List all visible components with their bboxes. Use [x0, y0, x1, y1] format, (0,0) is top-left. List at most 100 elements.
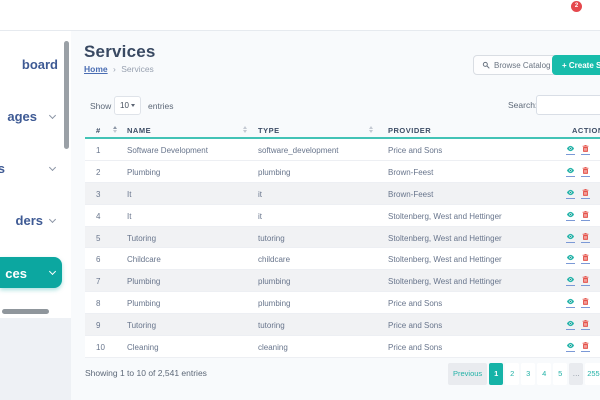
entries-label: entries [148, 101, 174, 111]
cell-name: Tutoring [127, 321, 156, 330]
trash-icon [581, 293, 590, 310]
sidebar-item-label: ages [7, 109, 37, 124]
eye-icon [566, 206, 575, 223]
cell-type: plumbing [258, 277, 290, 286]
pagination-page-button[interactable]: 5 [553, 363, 567, 385]
view-action-button[interactable] [566, 253, 575, 264]
show-label: Show [90, 101, 111, 111]
sidebar: board ages s ders ces [0, 31, 71, 318]
top-header [0, 0, 600, 31]
delete-action-button[interactable] [581, 188, 590, 199]
delete-action-button[interactable] [581, 166, 590, 177]
view-action-button[interactable] [566, 319, 575, 330]
table-row: 10CleaningcleaningPrice and Sons [85, 336, 600, 358]
eye-icon [566, 184, 575, 201]
column-header-name[interactable]: NAME [127, 126, 151, 135]
row-actions [566, 275, 590, 286]
view-action-button[interactable] [566, 144, 575, 155]
breadcrumb-home-link[interactable]: Home [84, 64, 108, 74]
cell-type: it [258, 190, 262, 199]
search-input[interactable] [536, 95, 600, 115]
notification-badge: 2 [571, 1, 582, 12]
pagination-page-button[interactable]: 2 [505, 363, 519, 385]
sidebar-item[interactable]: ders [0, 210, 62, 230]
column-header-type[interactable]: TYPE [258, 126, 280, 135]
cell-name: Cleaning [127, 343, 159, 352]
sidebar-item[interactable]: board [0, 54, 62, 74]
cell-provider: Stoltenberg, West and Hettinger [388, 212, 502, 221]
delete-action-button[interactable] [581, 341, 590, 352]
eye-icon [566, 228, 575, 245]
chevron-down-icon [49, 268, 56, 275]
sidebar-item[interactable]: ages [0, 106, 62, 126]
sidebar-item-label: s [0, 161, 5, 176]
cell-provider: Brown-Feest [388, 168, 433, 177]
view-action-button[interactable] [566, 210, 575, 221]
page-length-select[interactable]: 10 [114, 96, 141, 115]
view-action-button[interactable] [566, 275, 575, 286]
row-actions [566, 297, 590, 308]
cell-provider: Stoltenberg, West and Hettinger [388, 277, 502, 286]
table-row: 8 Plumbing plumbing Price and Sons [85, 292, 600, 314]
eye-icon [566, 293, 575, 310]
column-header-number[interactable]: # [96, 126, 101, 135]
delete-action-button[interactable] [581, 297, 590, 308]
services-table: # NAME TYPE PROVIDER ACTIONS 1Software D… [85, 122, 600, 358]
table-row: 4ItitStoltenberg, West and Hettinger [85, 205, 600, 227]
table-row: 5TutoringtutoringStoltenberg, West and H… [85, 227, 600, 249]
column-header-actions: ACTIONS [572, 126, 600, 135]
sort-icon [369, 126, 373, 133]
delete-action-button[interactable] [581, 232, 590, 243]
pagination-page-button[interactable]: 3 [521, 363, 535, 385]
cell-name: Plumbing [127, 168, 160, 177]
chevron-down-icon [49, 112, 56, 119]
view-action-button[interactable] [566, 232, 575, 243]
delete-action-button[interactable] [581, 319, 590, 330]
cell-name: Plumbing [127, 299, 160, 308]
trash-icon [581, 337, 590, 354]
eye-icon [566, 249, 575, 266]
cell-type: plumbing [258, 299, 290, 308]
view-action-button[interactable] [566, 188, 575, 199]
view-action-button[interactable] [566, 297, 575, 308]
cell-num: 10 [96, 343, 105, 352]
browse-catalog-label: Browse Catalog [494, 61, 550, 70]
cell-num: 4 [96, 212, 100, 221]
view-action-button[interactable] [566, 341, 575, 352]
pagination-page-button[interactable]: 255 [585, 363, 600, 385]
column-header-provider[interactable]: PROVIDER [388, 126, 431, 135]
delete-action-button[interactable] [581, 275, 590, 286]
cell-num: 9 [96, 321, 100, 330]
row-actions [566, 188, 590, 199]
delete-action-button[interactable] [581, 144, 590, 155]
trash-icon [581, 206, 590, 223]
table-row: 9TutoringtutoringPrice and Sons [85, 314, 600, 336]
cell-name: Tutoring [127, 234, 156, 243]
sidebar-item-label: ders [16, 213, 43, 228]
cell-provider: Stoltenberg, West and Hettinger [388, 234, 502, 243]
browse-catalog-button[interactable]: Browse Catalog [473, 55, 559, 75]
pagination-page-button[interactable]: 4 [537, 363, 551, 385]
sidebar-vertical-scrollbar[interactable] [64, 41, 69, 149]
create-service-button[interactable]: + Create Service [552, 55, 600, 75]
cell-provider: Price and Sons [388, 299, 442, 308]
pagination-page-button-active[interactable]: 1 [489, 363, 503, 385]
page-title: Services [84, 42, 156, 62]
cell-name: Software Development [127, 146, 208, 155]
pagination-previous-button[interactable]: Previous [448, 363, 487, 385]
cell-type: plumbing [258, 168, 290, 177]
sidebar-item[interactable]: s [0, 158, 62, 178]
cell-num: 8 [96, 299, 100, 308]
search-label: Search: [508, 100, 537, 110]
eye-icon [566, 140, 575, 157]
sidebar-horizontal-scrollbar[interactable] [2, 309, 49, 314]
cell-type: cleaning [258, 343, 288, 352]
eye-icon [566, 315, 575, 332]
delete-action-button[interactable] [581, 253, 590, 264]
sidebar-item-services-active[interactable]: ces [0, 257, 62, 288]
chevron-down-icon [49, 216, 56, 223]
row-actions [566, 253, 590, 264]
view-action-button[interactable] [566, 166, 575, 177]
delete-action-button[interactable] [581, 210, 590, 221]
sidebar-item-label: ces [5, 266, 27, 281]
